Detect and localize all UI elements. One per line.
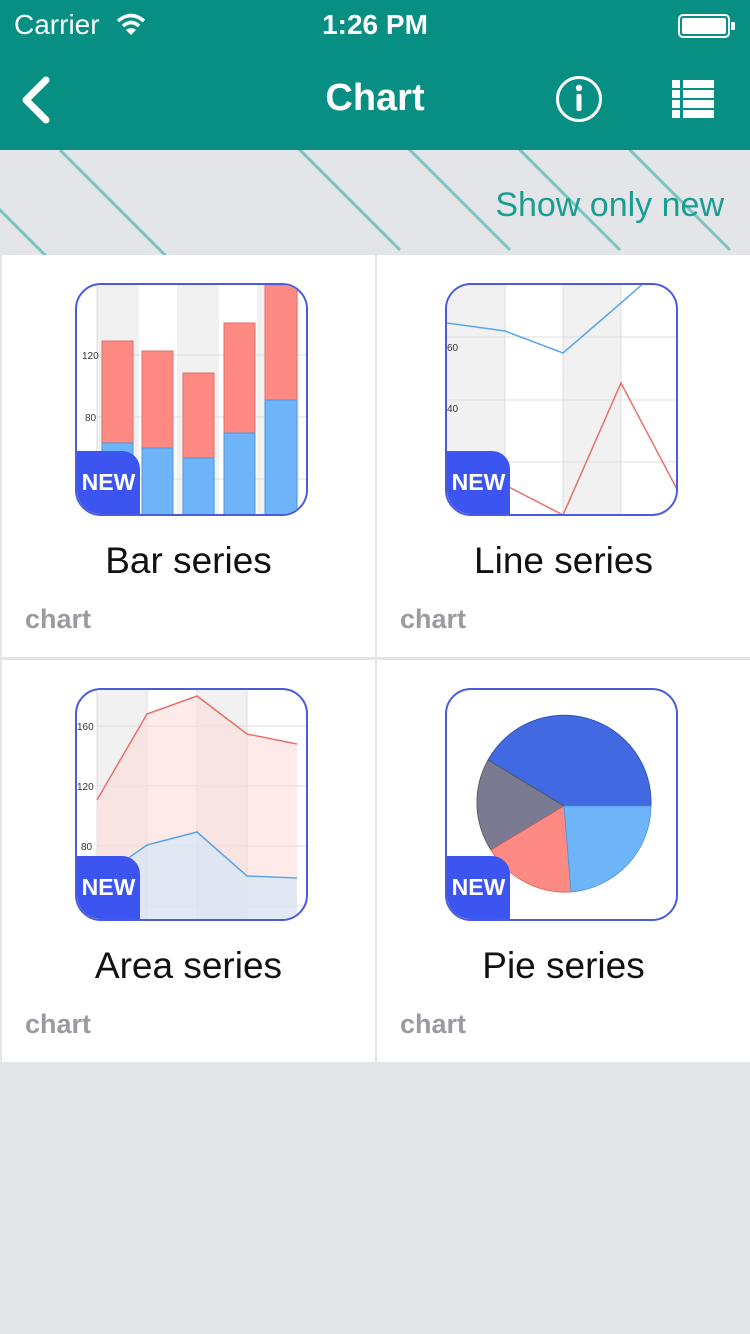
card-area-series[interactable]: 160 120 80 NEW Area series chart (2, 660, 375, 1062)
card-category: chart (25, 604, 92, 634)
card-category: chart (25, 1009, 92, 1039)
battery-icon (678, 13, 736, 45)
area-axis-label: 80 (81, 842, 93, 853)
card-title: Area series (94, 945, 283, 986)
card-category: chart (400, 604, 467, 634)
filter-bar: Show only new (0, 150, 750, 255)
line-series-thumbnail: 60 40 NEW (445, 283, 678, 516)
info-icon[interactable] (555, 75, 603, 128)
card-line-series[interactable]: 60 40 NEW Line series chart (377, 255, 750, 657)
area-series-thumbnail: 160 120 80 NEW (75, 688, 308, 921)
status-bar: Carrier 1:26 PM (0, 0, 750, 50)
card-category: chart (400, 1009, 467, 1039)
bar-axis-label: 80 (85, 413, 97, 424)
line-axis-label: 60 (447, 343, 459, 354)
list-icon[interactable] (672, 80, 714, 123)
new-badge: NEW (447, 856, 510, 919)
pie-series-thumbnail: NEW (445, 688, 678, 921)
card-pie-series[interactable]: NEW Pie series chart (377, 660, 750, 1062)
chart-grid: 120 80 NEW Bar series chart 60 40 NEW Li… (0, 255, 750, 1063)
bar-axis-label: 120 (82, 351, 99, 362)
new-badge: NEW (77, 856, 140, 919)
line-axis-label: 40 (447, 404, 459, 415)
card-title: Bar series (105, 540, 272, 581)
card-title: Pie series (482, 945, 645, 986)
card-title: Line series (474, 540, 653, 581)
page-title: Chart (325, 77, 425, 119)
new-badge: NEW (77, 451, 140, 514)
new-badge: NEW (447, 451, 510, 514)
navigation-bar: Chart (0, 50, 750, 150)
card-bar-series[interactable]: 120 80 NEW Bar series chart (2, 255, 375, 657)
area-axis-label: 120 (77, 782, 94, 793)
area-axis-label: 160 (77, 722, 94, 733)
show-only-new-button[interactable]: Show only new (495, 186, 724, 225)
bar-series-thumbnail: 120 80 NEW (75, 283, 308, 516)
status-time: 1:26 PM (322, 9, 428, 40)
